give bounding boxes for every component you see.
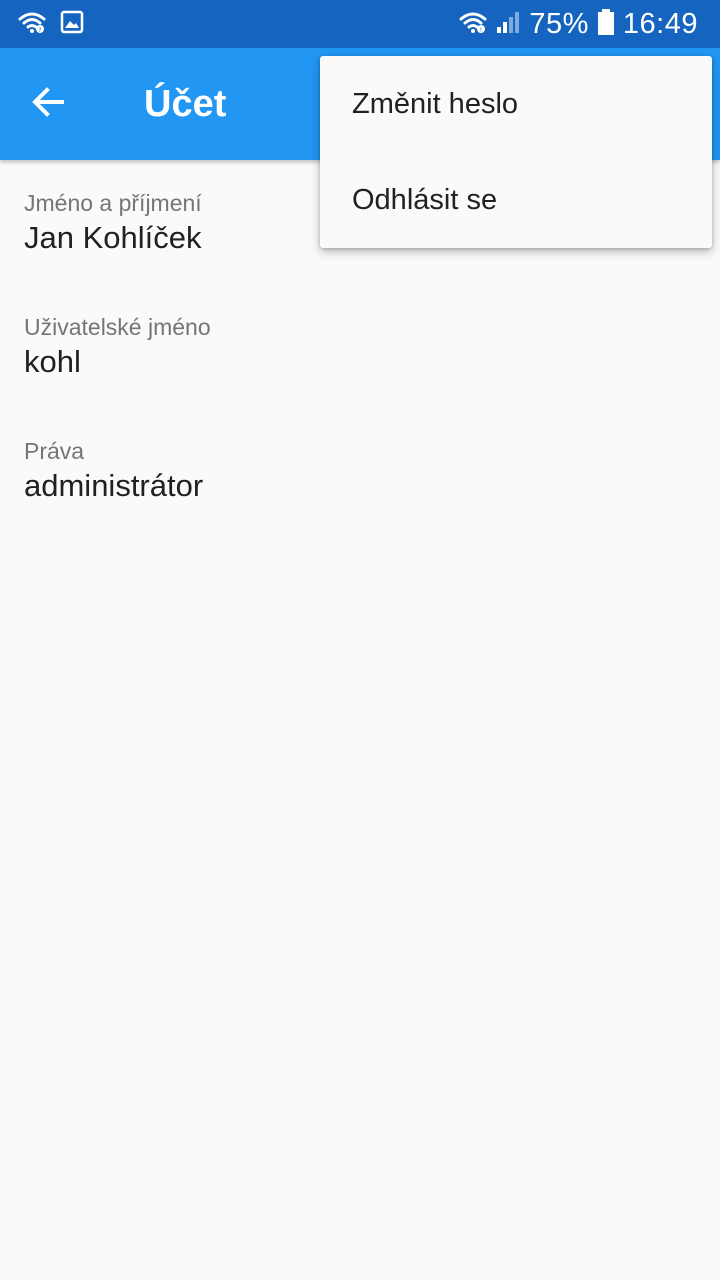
field-label: Uživatelské jméno xyxy=(24,314,211,340)
arrow-left-icon xyxy=(30,84,66,125)
field-value: kohl xyxy=(24,344,81,379)
svg-text:?: ? xyxy=(38,27,41,34)
svg-text:!: ! xyxy=(480,27,482,34)
field-username: Uživatelské jméno kohl xyxy=(24,312,696,382)
field-value: administrátor xyxy=(24,468,204,503)
field-label: Práva xyxy=(24,438,85,464)
clock: 16:49 xyxy=(622,7,698,40)
signal-icon xyxy=(495,9,521,40)
status-bar: ? ! 75% 16:49 xyxy=(0,0,720,48)
overflow-menu: Změnit heslo Odhlásit se xyxy=(320,56,712,248)
back-button[interactable] xyxy=(20,76,76,132)
field-rights: Práva administrátor xyxy=(24,436,696,506)
page-title: Účet xyxy=(144,83,227,125)
battery-percent: 75% xyxy=(529,7,589,40)
wifi-icon: ! xyxy=(459,10,487,39)
gallery-icon xyxy=(60,10,84,39)
menu-item-change-password[interactable]: Změnit heslo xyxy=(320,56,712,152)
battery-icon xyxy=(597,8,615,41)
menu-item-logout[interactable]: Odhlásit se xyxy=(320,152,712,248)
wifi-icon: ? xyxy=(18,10,46,39)
